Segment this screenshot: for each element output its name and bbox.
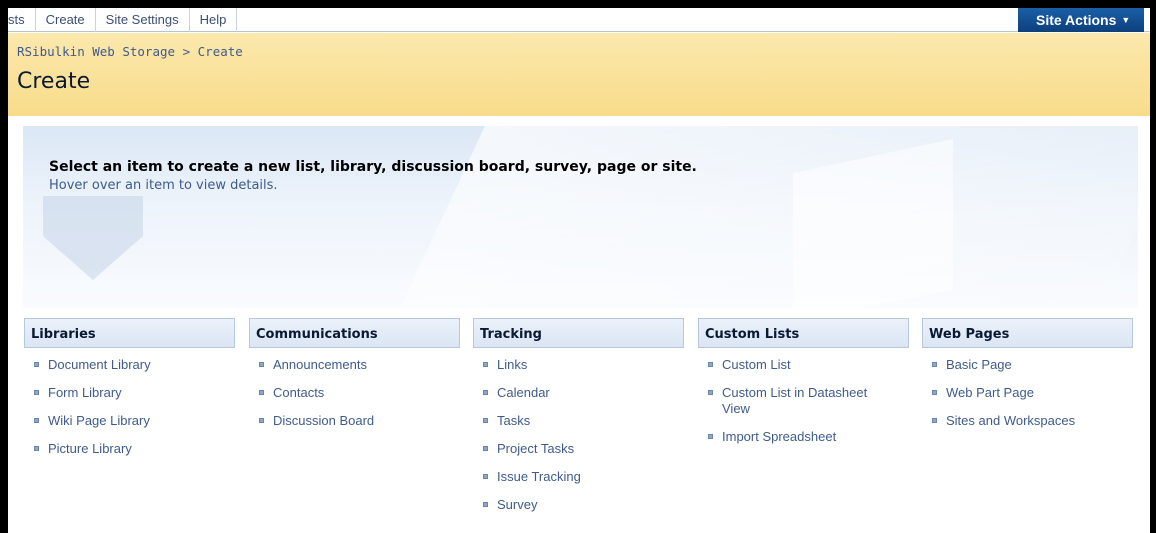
category-header: Communications [249, 318, 460, 348]
category-header: Web Pages [922, 318, 1133, 348]
list-item[interactable]: Announcements [249, 357, 460, 373]
category-tracking: Tracking Links Calendar Tasks Project Ta… [473, 318, 684, 525]
create-item-link[interactable]: Links [497, 357, 527, 372]
nav-item-help[interactable]: Help [190, 8, 238, 32]
window: sts Create Site Settings Help Site Actio… [0, 0, 1156, 533]
bullet-icon [483, 446, 488, 451]
list-item[interactable]: Custom List [698, 357, 909, 373]
list-item[interactable]: Project Tasks [473, 441, 684, 457]
category-header: Libraries [24, 318, 235, 348]
list-item[interactable]: Sites and Workspaces [922, 413, 1133, 429]
arrow-down-icon [43, 196, 143, 236]
arrow-down-icon-head [43, 236, 143, 280]
create-item-link[interactable]: Survey [497, 497, 537, 512]
bullet-icon [932, 390, 937, 395]
create-item-link[interactable]: Announcements [273, 357, 367, 372]
site-actions-label: Site Actions [1036, 12, 1117, 28]
page-title: Create [17, 69, 91, 94]
bullet-icon [34, 390, 39, 395]
breadcrumb-separator: > [182, 44, 191, 59]
list-item[interactable]: Contacts [249, 385, 460, 401]
create-item-link[interactable]: Custom List [722, 357, 791, 372]
list-item[interactable]: Wiki Page Library [24, 413, 235, 429]
list-item[interactable]: Import Spreadsheet [698, 429, 909, 445]
create-item-link[interactable]: Basic Page [946, 357, 1012, 372]
bullet-icon [483, 362, 488, 367]
bullet-icon [483, 502, 488, 507]
list-item[interactable]: Discussion Board [249, 413, 460, 429]
bullet-icon [708, 362, 713, 367]
banner-decoration [382, 126, 1138, 308]
create-item-link[interactable]: Document Library [48, 357, 151, 372]
list-item[interactable]: Web Part Page [922, 385, 1133, 401]
bullet-icon [259, 362, 264, 367]
bullet-icon [34, 362, 39, 367]
bullet-icon [483, 390, 488, 395]
list-item[interactable]: Tasks [473, 413, 684, 429]
list-item[interactable]: Custom List in Datasheet View [698, 385, 878, 417]
category-header: Tracking [473, 318, 684, 348]
create-item-link[interactable]: Calendar [497, 385, 550, 400]
bullet-icon [34, 418, 39, 423]
category-communications: Communications Announcements Contacts Di… [249, 318, 460, 441]
create-item-link[interactable]: Wiki Page Library [48, 413, 150, 428]
list-item[interactable]: Picture Library [24, 441, 235, 457]
chevron-down-icon: ▼ [1121, 15, 1131, 25]
category-header: Custom Lists [698, 318, 909, 348]
create-item-link[interactable]: Contacts [273, 385, 324, 400]
banner-heading: Select an item to create a new list, lib… [49, 159, 697, 175]
list-item[interactable]: Basic Page [922, 357, 1133, 373]
window-border-top [0, 0, 1156, 8]
bullet-icon [708, 434, 713, 439]
bullet-icon [259, 390, 264, 395]
create-item-link[interactable]: Form Library [48, 385, 122, 400]
create-item-link[interactable]: Discussion Board [273, 413, 374, 428]
create-item-link[interactable]: Picture Library [48, 441, 132, 456]
instruction-banner: Select an item to create a new list, lib… [23, 126, 1138, 308]
create-item-link[interactable]: Import Spreadsheet [722, 429, 836, 444]
list-item[interactable]: Calendar [473, 385, 684, 401]
create-item-link[interactable]: Tasks [497, 413, 530, 428]
list-item[interactable]: Links [473, 357, 684, 373]
title-area: RSibulkin Web Storage > Create Create [8, 33, 1150, 116]
nav-item-site-settings[interactable]: Site Settings [96, 8, 190, 32]
list-item[interactable]: Issue Tracking [473, 469, 684, 485]
breadcrumb-site-link[interactable]: RSibulkin Web Storage [17, 44, 175, 59]
category-libraries: Libraries Document Library Form Library … [24, 318, 235, 469]
list-item[interactable]: Survey [473, 497, 684, 513]
site-actions-menu[interactable]: Site Actions ▼ [1018, 8, 1144, 32]
nav-item-lists[interactable]: sts [8, 8, 36, 32]
category-columns: Libraries Document Library Form Library … [24, 318, 1138, 528]
top-navigation-bar: sts Create Site Settings Help Site Actio… [8, 8, 1150, 32]
bullet-icon [932, 418, 937, 423]
create-item-link[interactable]: Web Part Page [946, 385, 1034, 400]
list-item[interactable]: Document Library [24, 357, 235, 373]
breadcrumb: RSibulkin Web Storage > Create [17, 44, 243, 59]
bullet-icon [34, 446, 39, 451]
bullet-icon [932, 362, 937, 367]
create-item-link[interactable]: Project Tasks [497, 441, 574, 456]
list-item[interactable]: Form Library [24, 385, 235, 401]
bullet-icon [483, 474, 488, 479]
bullet-icon [708, 390, 713, 395]
bullet-icon [259, 418, 264, 423]
window-border-right [1150, 0, 1156, 533]
category-web-pages: Web Pages Basic Page Web Part Page Sites… [922, 318, 1133, 441]
category-custom-lists: Custom Lists Custom List Custom List in … [698, 318, 909, 457]
breadcrumb-current: Create [197, 44, 243, 59]
bullet-icon [483, 418, 488, 423]
create-item-link[interactable]: Custom List in Datasheet View [722, 385, 867, 416]
nav-item-create[interactable]: Create [36, 8, 96, 32]
banner-subtext: Hover over an item to view details. [49, 178, 278, 193]
create-item-link[interactable]: Sites and Workspaces [946, 413, 1075, 428]
window-border-left [0, 0, 8, 533]
create-item-link[interactable]: Issue Tracking [497, 469, 581, 484]
